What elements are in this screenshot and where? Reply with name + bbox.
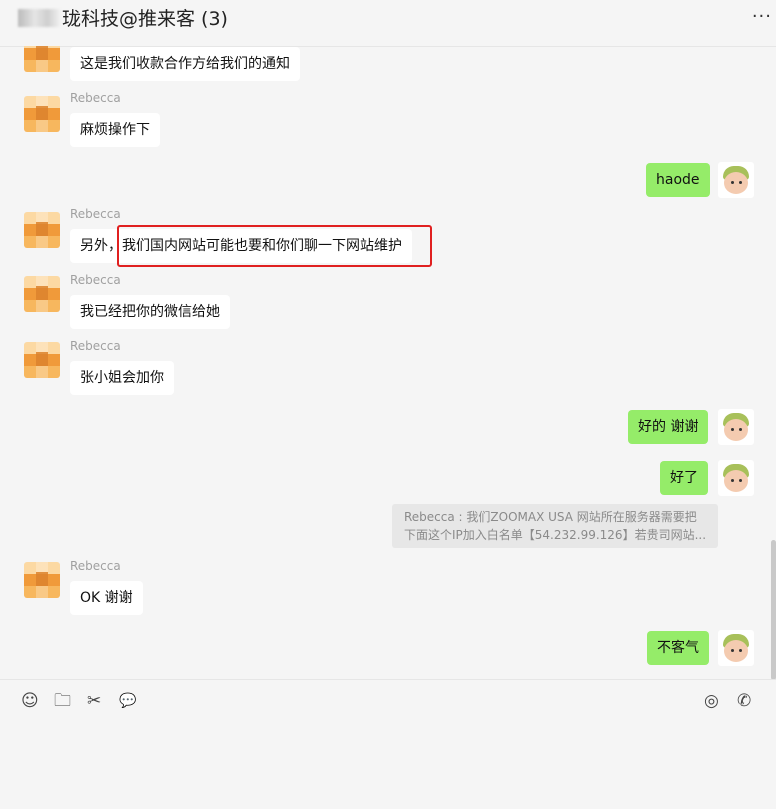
face-icon (724, 419, 748, 441)
chat-title-text: 珑科技@推来客 (3) (62, 8, 228, 30)
chat-header: 珑科技@推来客 (3) ··· (0, 0, 776, 47)
avatar-self[interactable] (718, 630, 754, 666)
message-bubble-incoming[interactable]: 张小姐会加你 (70, 361, 174, 395)
emoji-icon[interactable]: ☺ (21, 691, 39, 711)
eye-icon (731, 428, 734, 431)
call-icon[interactable]: ✆ (737, 691, 751, 711)
quoted-message[interactable]: Rebecca : 我们ZOOMAX USA 网站所在服务器需要把 下面这个IP… (392, 504, 719, 548)
eye-icon (739, 479, 742, 482)
eye-icon (739, 181, 742, 184)
input-toolbar: ☺ 🗀 ✂ 💬 ◎ ✆ (0, 679, 776, 809)
avatar-self[interactable] (718, 409, 754, 445)
eye-icon (731, 649, 734, 652)
message-bubble-outgoing[interactable]: 好了 (660, 461, 708, 495)
avatar-self[interactable] (718, 460, 754, 496)
message-bubble-outgoing[interactable]: 好的 谢谢 (628, 410, 709, 444)
eye-icon (739, 428, 742, 431)
chat-history-icon[interactable]: 💬 (119, 691, 136, 711)
avatar-rebecca[interactable] (24, 212, 60, 248)
sender-name: Rebecca (70, 273, 121, 287)
scissors-icon[interactable]: ✂ (87, 691, 101, 711)
sender-name: Rebecca (70, 559, 121, 573)
avatar-rebecca[interactable] (24, 562, 60, 598)
message-bubble-incoming[interactable]: 麻烦操作下 (70, 113, 160, 147)
avatar-rebecca[interactable] (24, 96, 60, 132)
face-icon (724, 470, 748, 492)
message-bubble-outgoing[interactable]: 不客气 (647, 631, 709, 665)
quoted-line-2: 下面这个IP加入白名单【54.232.99.126】若贵司网站... (404, 528, 707, 542)
scrollbar[interactable] (771, 540, 776, 680)
eye-icon (731, 479, 734, 482)
face-icon (724, 640, 748, 662)
live-icon[interactable]: ◎ (704, 691, 719, 711)
face-icon (724, 172, 748, 194)
message-bubble-incoming[interactable]: 我已经把你的微信给她 (70, 295, 230, 329)
eye-icon (739, 649, 742, 652)
more-options-button[interactable]: ··· (752, 6, 772, 27)
red-highlight-box (117, 225, 432, 267)
avatar-rebecca[interactable] (24, 46, 60, 72)
avatar-rebecca[interactable] (24, 342, 60, 378)
blurred-title-prefix (18, 9, 60, 27)
avatar-rebecca[interactable] (24, 276, 60, 312)
message-bubble-incoming[interactable]: 这是我们收款合作方给我们的通知 (70, 47, 300, 81)
folder-icon[interactable]: 🗀 (54, 691, 71, 711)
sender-name: Rebecca (70, 91, 121, 105)
message-bubble-incoming[interactable]: OK 谢谢 (70, 581, 143, 615)
message-list[interactable]: 这是我们收款合作方给我们的通知 Rebecca 麻烦操作下 haode Rebe… (0, 46, 776, 678)
chat-title: 珑科技@推来客 (3) (18, 4, 228, 31)
sender-name: Rebecca (70, 207, 121, 221)
quoted-line-1: Rebecca : 我们ZOOMAX USA 网站所在服务器需要把 (404, 510, 697, 524)
avatar-self[interactable] (718, 162, 754, 198)
sender-name: Rebecca (70, 339, 121, 353)
message-bubble-outgoing[interactable]: haode (646, 163, 710, 197)
eye-icon (731, 181, 734, 184)
